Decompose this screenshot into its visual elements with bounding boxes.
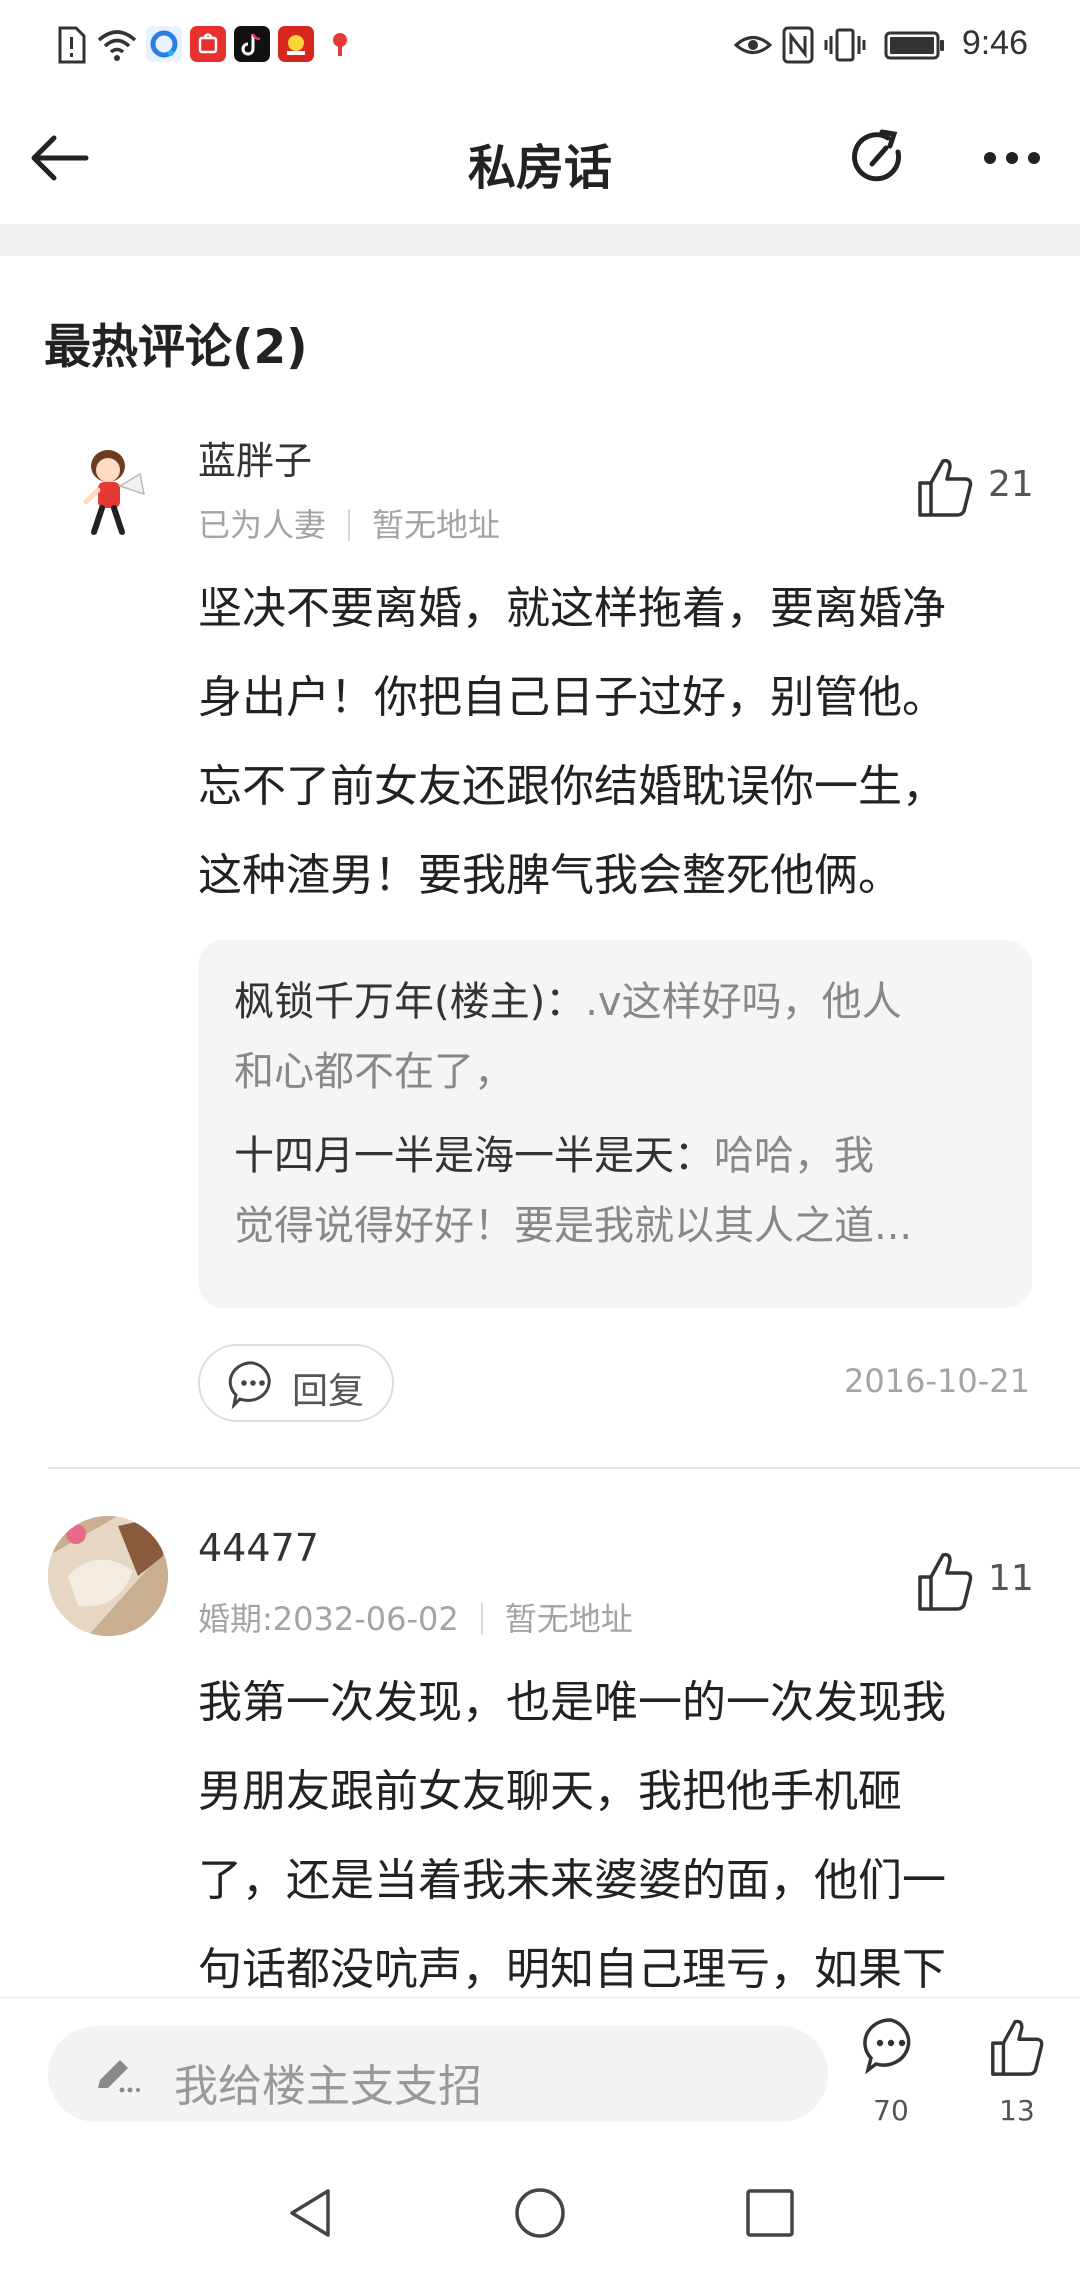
nav-recents-icon[interactable] [742, 2185, 798, 2241]
like-total: 13 [999, 2094, 1035, 2127]
comment-line: 坚决不要离婚，就这样拖着，要离婚净 [198, 583, 946, 634]
reply-text-continued: 和心都不在了， [234, 1049, 514, 1095]
comment-card: 44477 婚期:2032-06-02 暂无地址 11 我第一次发现，也是唯一的一… [0, 1470, 1080, 1997]
reply-text-continued: 觉得说得好好！要是我就以其人之道... [234, 1203, 913, 1249]
like-count: 21 [988, 464, 1034, 505]
comment-line: 句话都没吭声，明知自己理亏，如果下 [198, 1944, 946, 1995]
bottom-comment-bar: 我给楼主支支招 70 13 [0, 1997, 1080, 2147]
tiktok-app-icon [234, 26, 270, 62]
eye-comfort-icon [734, 36, 772, 54]
user-meta: 已为人妻 暂无地址 [198, 500, 500, 546]
comment-line: 忘不了前女友还跟你结婚耽误你一生， [198, 761, 946, 812]
reply-author: 十四月一半是海一半是天： [234, 1133, 714, 1179]
reply-preview: 枫锁千万年(楼主)：.v这样好吗，他人 [234, 966, 1004, 1038]
user-meta: 婚期:2032-06-02 暂无地址 [198, 1594, 633, 1640]
username[interactable]: 蓝胖子 [198, 430, 312, 485]
pencil-icon [98, 2060, 140, 2093]
reply-button-label: 回复 [292, 1371, 365, 1412]
more-dots-icon[interactable] [976, 122, 1048, 194]
reply-text: .v这样好吗，他人 [585, 979, 902, 1025]
hot-comments-heading: 最热评论(2) [44, 320, 308, 375]
nav-home-icon[interactable] [512, 2185, 568, 2241]
comment-date: 2016-10-21 [844, 1362, 1030, 1400]
thumbs-up-icon[interactable] [916, 1546, 974, 1616]
huawei-mall-app-icon [190, 26, 226, 62]
location: 暂无地址 [504, 1600, 633, 1638]
comment-divider [48, 1467, 1080, 1469]
comment-input-placeholder: 我给楼主支支招 [174, 2061, 482, 2112]
nfc-icon [782, 26, 814, 64]
section-separator [0, 224, 1080, 256]
nav-back-icon[interactable] [282, 2185, 338, 2241]
wifi-icon [97, 30, 137, 61]
browser-app-icon [146, 26, 182, 62]
battery-icon [884, 31, 944, 60]
comment-line: 身出户！你把自己日子过好，别管他。 [198, 672, 946, 723]
avatar[interactable] [48, 1516, 168, 1636]
reply-text: 哈哈，我 [714, 1133, 874, 1179]
avatar[interactable] [48, 432, 168, 552]
username[interactable]: 44477 [198, 1526, 319, 1570]
wedding-date: 婚期:2032-06-02 [198, 1600, 459, 1638]
location: 暂无地址 [372, 506, 501, 544]
comment-line: 这种渣男！要我脾气我会整死他俩。 [198, 850, 902, 901]
reply-button[interactable]: 回复 [198, 1344, 394, 1422]
comment-icon[interactable] [862, 2016, 920, 2074]
game-app-icon [278, 26, 314, 62]
thumbs-up-icon[interactable] [916, 452, 974, 522]
reply-preview: 十四月一半是海一半是天：哈哈，我 [234, 1120, 1004, 1192]
reply-preview-box[interactable]: 枫锁千万年(楼主)：.v这样好吗，他人 和心都不在了， 十四月一半是海一半是天：… [198, 940, 1032, 1308]
refresh-icon[interactable] [842, 122, 914, 194]
app-bar: 私房话 [0, 92, 1080, 224]
like-count: 11 [988, 1558, 1034, 1599]
comment-body: 我第一次发现，也是唯一的一次发现我 男朋友跟前女友聊天，我把他手机砸 了，还是当… [198, 1658, 1038, 1997]
comment-line: 了，还是当着我未来婆婆的面，他们一 [198, 1855, 946, 1906]
comment-count: 70 [873, 2094, 909, 2127]
status-bar: 9:46 [0, 0, 1080, 92]
page-title: 私房话 [467, 140, 612, 196]
vibrate-icon [824, 28, 866, 62]
thumbs-up-icon[interactable] [988, 2016, 1046, 2078]
reply-author: 枫锁千万年(楼主)： [234, 979, 586, 1025]
comment-body: 坚决不要离婚，就这样拖着，要离婚净 身出户！你把自己日子过好，别管他。 忘不了前… [198, 564, 1038, 920]
comment-line: 男朋友跟前女友聊天，我把他手机砸 [198, 1766, 902, 1817]
comment-input[interactable]: 我给楼主支支招 [48, 2026, 828, 2122]
chat-bubble-icon [228, 1361, 271, 1409]
comment-line: 我第一次发现，也是唯一的一次发现我 [198, 1677, 946, 1728]
marital-status: 已为人妻 [198, 506, 327, 544]
status-time: 9:46 [961, 24, 1028, 62]
alert-icon [58, 26, 86, 64]
system-nav-bar [0, 2147, 1080, 2280]
map-app-icon [322, 26, 358, 62]
